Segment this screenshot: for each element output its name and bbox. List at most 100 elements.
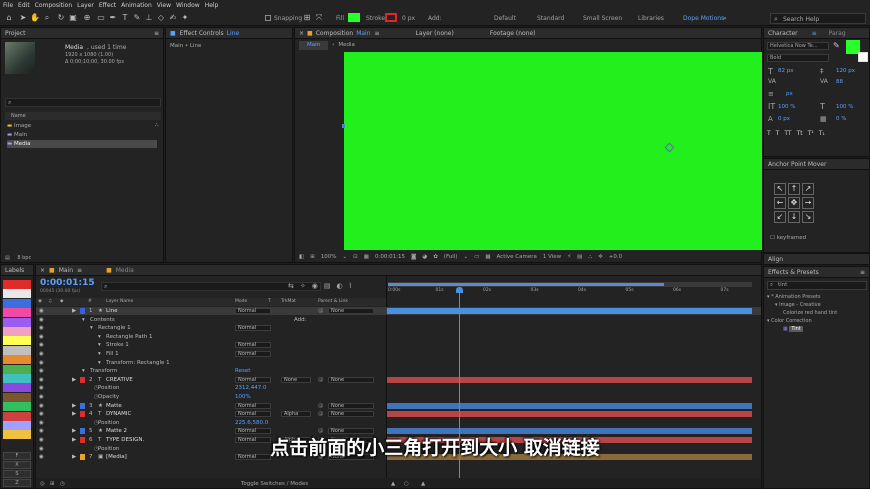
font-style-dropdown[interactable]: Bold bbox=[767, 54, 829, 62]
label-button-z[interactable]: Z bbox=[3, 479, 31, 487]
layer-name[interactable]: Matte bbox=[106, 402, 122, 410]
visibility-eye-icon[interactable]: ◉ bbox=[39, 393, 44, 401]
menu-item-edit[interactable]: Edit bbox=[18, 2, 30, 9]
timeline-layer-row[interactable]: ◉ ▶ 4 T DYNAMIC Normal Alpha @ None bbox=[36, 410, 761, 418]
transparency-grid-icon[interactable]: ▦ bbox=[364, 252, 369, 263]
fill-color-swatch[interactable] bbox=[348, 13, 360, 22]
layer-name[interactable]: Rectangle 1 bbox=[98, 324, 131, 332]
font-family-dropdown[interactable]: Helvetica Now Te... bbox=[767, 42, 829, 50]
visibility-eye-icon[interactable]: ◉ bbox=[39, 376, 44, 384]
label-color-swatch[interactable] bbox=[3, 355, 31, 365]
visibility-eye-icon[interactable]: ◉ bbox=[39, 350, 44, 358]
pickwhip-icon[interactable]: @ bbox=[318, 307, 324, 315]
parent-dropdown[interactable]: None bbox=[328, 376, 374, 383]
color-icon[interactable]: ✿ bbox=[433, 252, 438, 263]
shy-icon[interactable]: ◉ bbox=[312, 282, 318, 290]
menu-icon[interactable]: ≡ bbox=[812, 30, 817, 37]
label-color-swatch[interactable] bbox=[3, 289, 31, 299]
layer-name[interactable]: Opacity bbox=[98, 393, 119, 401]
anchor-arrow-button[interactable]: ↙ bbox=[774, 211, 786, 223]
effects-tree-item[interactable]: Colorize red hand tint bbox=[767, 309, 867, 317]
layer-name-header[interactable]: Layer Name bbox=[106, 298, 133, 306]
type-tool-icon[interactable]: T bbox=[120, 13, 130, 23]
anchor-arrow-button[interactable]: ↘ bbox=[802, 211, 814, 223]
label-color-swatch[interactable] bbox=[3, 402, 31, 412]
mode-dropdown[interactable]: Normal bbox=[235, 411, 271, 418]
anchor-arrow-button[interactable]: ↗ bbox=[802, 183, 814, 195]
show-snapshot-icon[interactable]: ◕ bbox=[422, 252, 427, 263]
camera-dropdown[interactable]: Active Camera bbox=[497, 252, 537, 263]
menu-item-help[interactable]: Help bbox=[205, 2, 219, 9]
visibility-eye-icon[interactable]: ◉ bbox=[39, 341, 44, 349]
project-item-main[interactable]: ▬ Main bbox=[7, 131, 157, 139]
visibility-eye-icon[interactable]: ◉ bbox=[39, 316, 44, 324]
expand-triangle-icon[interactable]: ▶ bbox=[72, 307, 76, 315]
workspace-libraries[interactable]: Libraries bbox=[638, 15, 664, 22]
snapping-checkbox[interactable] bbox=[265, 15, 271, 21]
text-stroke-color[interactable] bbox=[858, 52, 868, 62]
expand-triangle-icon[interactable]: ▶ bbox=[72, 402, 76, 410]
layer-name[interactable]: Line bbox=[106, 307, 117, 315]
add-button[interactable]: Add: bbox=[294, 316, 307, 324]
eyedropper-icon[interactable]: ✎ bbox=[833, 41, 840, 50]
graph-editor-icon[interactable]: ⌇ bbox=[349, 282, 352, 290]
property-value[interactable]: 2312,447.0 bbox=[235, 384, 267, 392]
timeline-layer-row[interactable]: ◉ ▾ Rectangle Path 1 bbox=[36, 333, 761, 341]
parent-dropdown[interactable]: None bbox=[328, 308, 374, 314]
search-help-field[interactable]: ⌕ Search Help bbox=[770, 13, 866, 24]
workspace-small-screen[interactable]: Small Screen bbox=[583, 15, 622, 22]
reset-button[interactable]: Reset bbox=[235, 367, 250, 375]
timeline-tab-main[interactable]: Main bbox=[59, 267, 73, 274]
layer-label-color[interactable] bbox=[80, 376, 85, 383]
workspace-standard[interactable]: Standard bbox=[537, 15, 564, 22]
timeline-layer-row[interactable]: ◉ ▶ 2 T CREATIVE Normal None @ None bbox=[36, 376, 761, 384]
timeline-layer-row[interactable]: ◉ ▾ Stroke 1 Normal bbox=[36, 341, 761, 349]
roi-icon[interactable]: ▭ bbox=[474, 252, 479, 263]
subscript-button[interactable]: T₁ bbox=[819, 130, 825, 137]
visibility-eye-icon[interactable]: ◉ bbox=[39, 384, 44, 392]
view-dropdown[interactable]: 1 View bbox=[543, 252, 561, 263]
selection-tool-icon[interactable]: ➤ bbox=[18, 13, 28, 23]
region-icon[interactable]: ⊡ bbox=[353, 252, 358, 263]
snapshot-icon[interactable]: ◙ bbox=[411, 252, 416, 263]
layer-name[interactable]: Transform: Rectangle 1 bbox=[106, 359, 170, 367]
breadcrumb-media[interactable]: Media bbox=[338, 41, 355, 50]
panel-menu-icon[interactable]: ≡ bbox=[860, 269, 865, 276]
timeline-timecode[interactable]: 0:00:01:15 bbox=[40, 278, 95, 288]
trkmat-dropdown[interactable]: None bbox=[281, 376, 311, 383]
menu-item-view[interactable]: View bbox=[157, 2, 171, 9]
mode-dropdown[interactable]: Normal bbox=[235, 376, 271, 383]
snap-icon[interactable]: ⊞ bbox=[302, 13, 312, 23]
rectangle-tool-icon[interactable]: ▭ bbox=[96, 13, 106, 23]
stroke-width[interactable]: 0 px bbox=[402, 15, 415, 22]
fast-preview-icon[interactable]: ⚡ bbox=[567, 252, 571, 263]
pickwhip-icon[interactable]: @ bbox=[318, 410, 324, 418]
mode-dropdown[interactable]: Normal bbox=[235, 308, 271, 314]
timeline-layer-row[interactable]: ◉ ◷ Position 2312,447.0 bbox=[36, 384, 761, 392]
workspace-more-icon[interactable]: » bbox=[723, 15, 727, 22]
all-caps-button[interactable]: TT bbox=[784, 130, 791, 137]
label-color-swatch[interactable] bbox=[3, 280, 31, 289]
parent-dropdown[interactable]: None bbox=[328, 411, 374, 418]
anchor-arrow-button[interactable]: ✥ bbox=[788, 197, 800, 209]
breadcrumb-main[interactable]: Main bbox=[299, 41, 329, 50]
motion-blur-icon[interactable]: ◐ bbox=[336, 282, 342, 290]
label-button-x[interactable]: X bbox=[3, 461, 31, 469]
composition-canvas[interactable] bbox=[344, 52, 762, 250]
expand-triangle-icon[interactable]: ▾ bbox=[82, 367, 85, 375]
visibility-eye-icon[interactable]: ◉ bbox=[39, 367, 44, 375]
footage-tab[interactable]: Footage (none) bbox=[490, 30, 536, 37]
workspace-dope-motions[interactable]: Dope Motions bbox=[683, 15, 724, 22]
layer-name[interactable]: Rectangle Path 1 bbox=[106, 333, 152, 341]
label-color-swatch[interactable] bbox=[3, 364, 31, 374]
stroke-unit[interactable]: px bbox=[786, 91, 793, 97]
layer-tab[interactable]: Layer (none) bbox=[416, 30, 454, 37]
pen-tool-icon[interactable]: ✒ bbox=[108, 13, 118, 23]
home-icon[interactable]: ⌂ bbox=[4, 13, 14, 23]
mode-dropdown[interactable]: Normal bbox=[235, 325, 271, 332]
draft-3d-icon[interactable]: ✧ bbox=[300, 282, 306, 290]
character-tab[interactable]: Character bbox=[768, 30, 798, 37]
lock-icon[interactable]: ■ bbox=[170, 30, 176, 37]
font-size-value[interactable]: 82 px bbox=[778, 68, 794, 74]
mode-dropdown[interactable]: Normal bbox=[235, 402, 271, 409]
